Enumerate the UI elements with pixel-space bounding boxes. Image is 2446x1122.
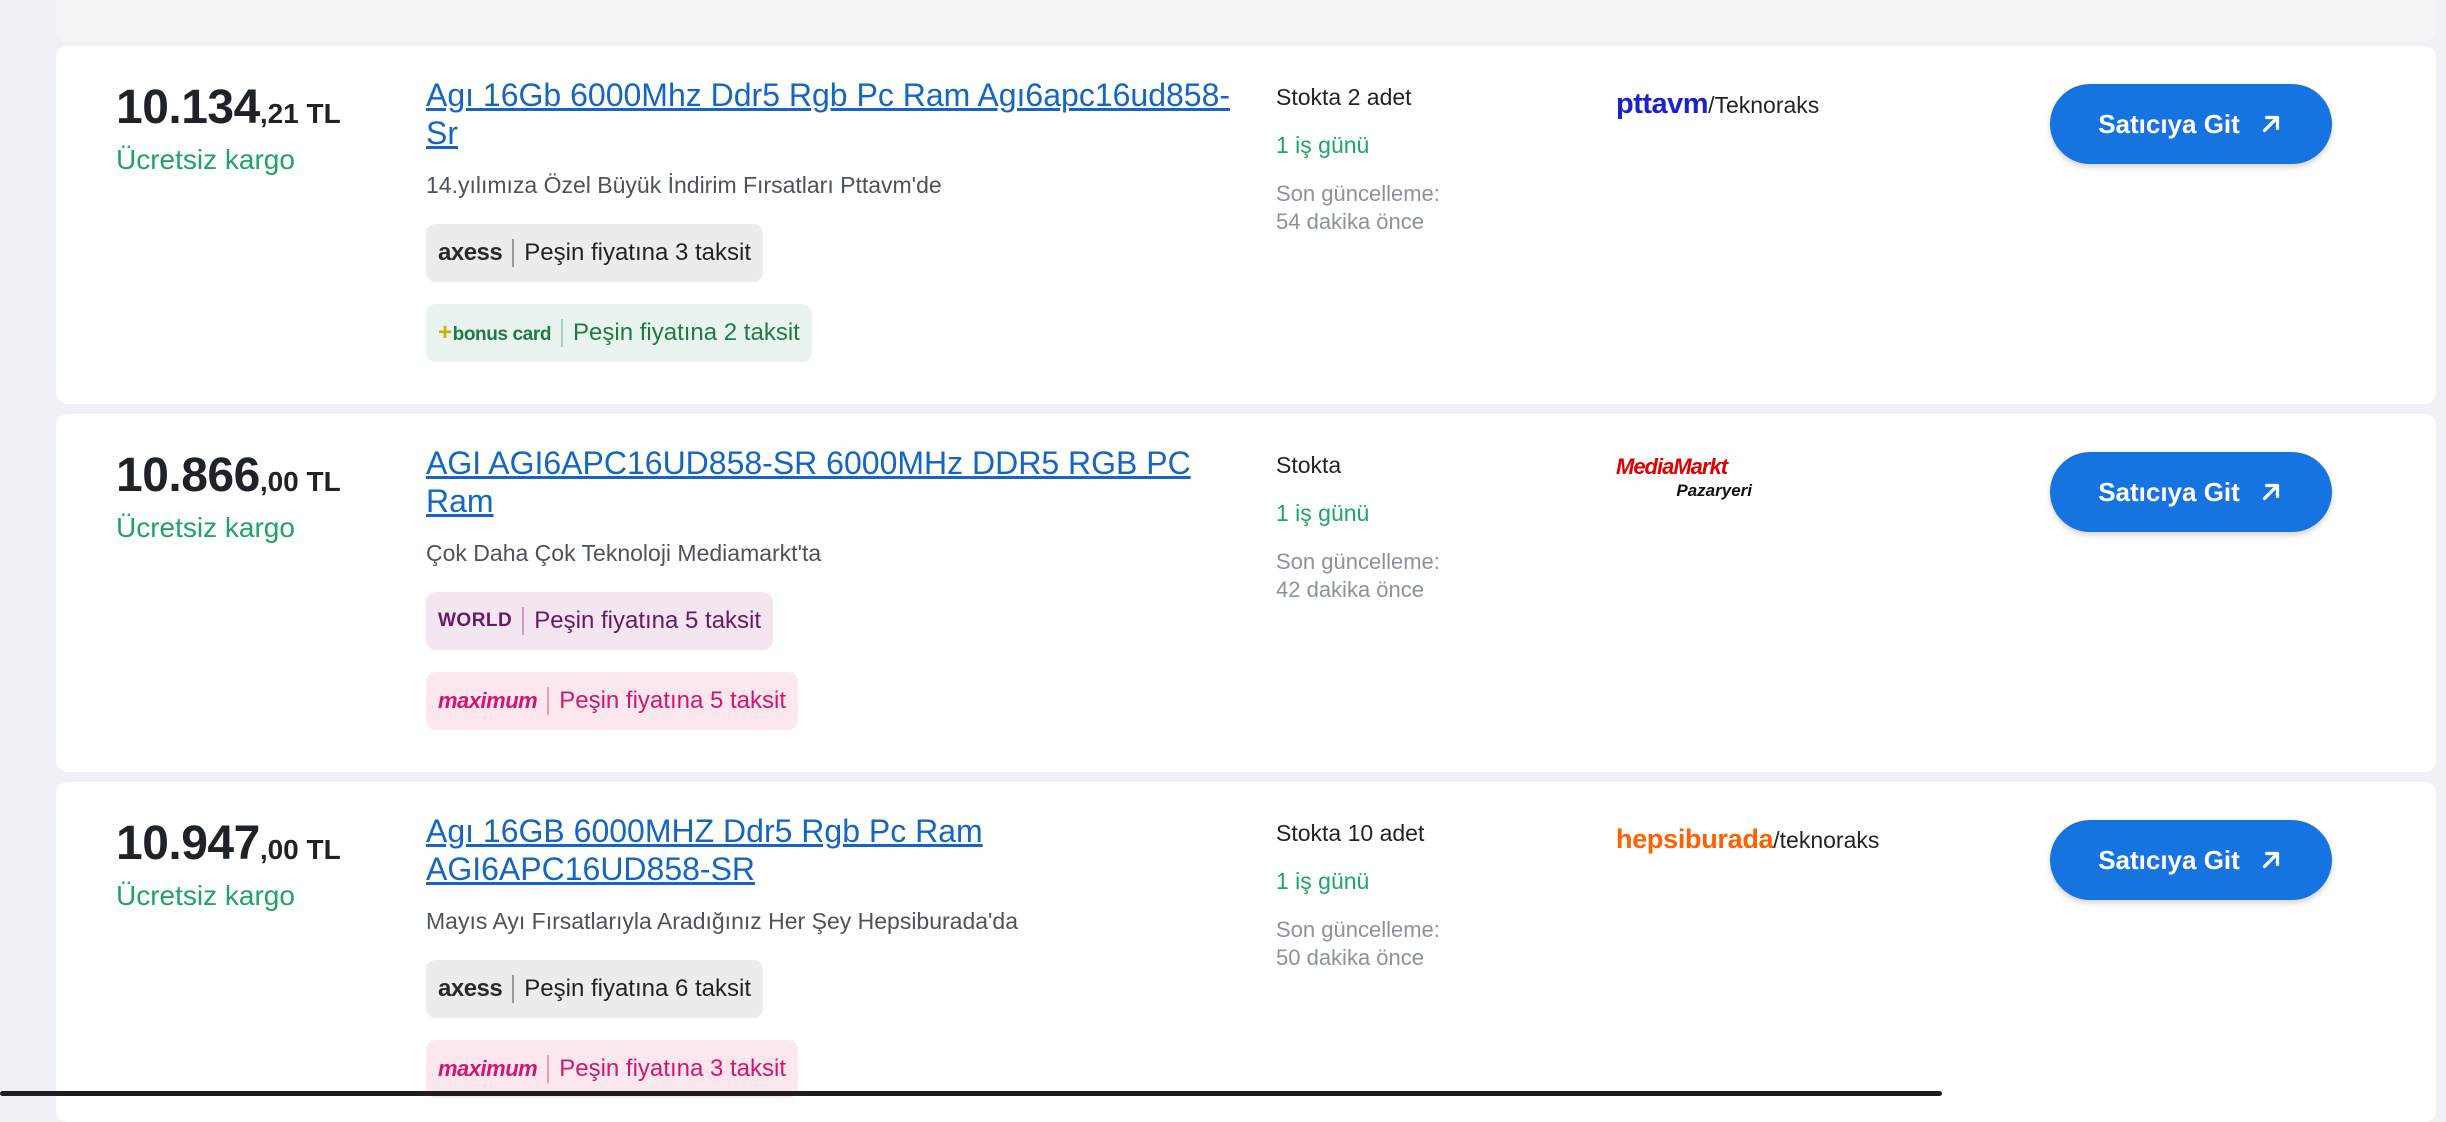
bonus-plus-icon: + [438, 319, 452, 346]
offer-campaign-text: Mayıs Ayı Fırsatlarıyla Aradığınız Her Ş… [426, 908, 1019, 934]
go-to-seller-button[interactable]: Satıcıya Git [2050, 84, 2332, 164]
offer-card: 10.866,00 TL Ücretsiz kargo AGI AGI6APC1… [56, 414, 2436, 772]
installment-text: Peşin fiyatına 5 taksit [559, 687, 786, 714]
stock-status: Stokta 10 adet [1276, 820, 1425, 846]
offer-title-link[interactable]: Agı 16Gb 6000Mhz Ddr5 Rgb Pc Ram Agı6apc… [426, 76, 1246, 152]
maximum-logo: maximum [438, 1056, 538, 1081]
installment-badge-world: WORLD Peşin fiyatına 5 taksit [426, 592, 774, 650]
previous-offer-card [56, 0, 2436, 42]
offer-title-link[interactable]: AGI AGI6APC16UD858-SR 6000MHz DDR5 RGB P… [426, 444, 1246, 520]
axess-logo: axess [438, 239, 503, 266]
badge-divider [547, 687, 550, 715]
badge-divider [547, 1055, 550, 1083]
installment-text: Peşin fiyatına 3 taksit [559, 1055, 786, 1082]
delivery-time: 1 iş günü [1276, 868, 1370, 894]
delivery-time: 1 iş günü [1276, 132, 1370, 158]
offer-campaign-text: Çok Daha Çok Teknoloji Mediamarkt'ta [426, 540, 822, 566]
installment-badge-axess: axess Peşin fiyatına 6 taksit [426, 960, 764, 1018]
hepsiburada-logo: hepsiburada [1616, 824, 1774, 854]
installment-badge-maximum: maximum Peşin fiyatına 5 taksit [426, 672, 798, 730]
svg-text:MediaMarkt: MediaMarkt [1616, 454, 1730, 479]
badge-divider [522, 607, 525, 635]
go-to-seller-button[interactable]: Satıcıya Git [2050, 820, 2332, 900]
seller-info[interactable]: hepsiburada /teknoraks [1616, 824, 1879, 855]
offer-price: 10.866,00 TL [116, 448, 341, 503]
price-integer: 10.866 [116, 449, 260, 502]
price-decimal: ,21 TL [259, 98, 341, 129]
svg-text:Pazaryeri: Pazaryeri [1676, 481, 1753, 500]
seller-info[interactable]: pttavm /Teknoraks [1616, 88, 1819, 121]
installment-text: Peşin fiyatına 6 taksit [524, 975, 752, 1002]
price-integer: 10.134 [116, 81, 260, 134]
seller-name: /Teknoraks [1708, 92, 1820, 118]
pttavm-logo: pttavm [1616, 88, 1709, 120]
last-updated: Son güncelleme: 54 dakika önce [1276, 181, 1440, 234]
badge-divider [512, 975, 515, 1003]
installment-text: Peşin fiyatına 5 taksit [534, 607, 762, 634]
offer-campaign-text: 14.yılımıza Özel Büyük İndirim Fırsatlar… [426, 172, 942, 198]
offer-price: 10.947,00 TL [116, 816, 341, 871]
installment-text: Peşin fiyatına 2 taksit [573, 319, 800, 346]
delivery-time: 1 iş günü [1276, 500, 1370, 526]
installment-badge-bonus: +bonus card Peşin fiyatına 2 taksit [426, 304, 812, 362]
offer-title-link[interactable]: Agı 16GB 6000MHZ Ddr5 Rgb Pc Ram AGI6APC… [426, 812, 1246, 888]
free-shipping-label: Ücretsiz kargo [116, 512, 295, 543]
arrow-up-right-icon [2262, 115, 2279, 133]
maximum-logo: maximum [438, 688, 538, 713]
offer-price: 10.134,21 TL [116, 80, 341, 135]
installment-badge-maximum: maximum Peşin fiyatına 3 taksit [426, 1040, 798, 1098]
world-logo: WORLD [438, 610, 513, 631]
price-decimal: ,00 TL [259, 466, 341, 497]
free-shipping-label: Ücretsiz kargo [116, 880, 295, 911]
free-shipping-label: Ücretsiz kargo [116, 144, 295, 175]
axess-logo: axess [438, 975, 503, 1002]
stock-status: Stokta [1276, 452, 1342, 478]
badge-divider [512, 239, 515, 267]
offer-card: 10.947,00 TL Ücretsiz kargo Agı 16GB 600… [56, 782, 2436, 1122]
last-updated: Son güncelleme: 42 dakika önce [1276, 549, 1440, 602]
last-updated: Son güncelleme: 50 dakika önce [1276, 917, 1440, 970]
arrow-up-right-icon [2262, 483, 2279, 501]
go-to-seller-button[interactable]: Satıcıya Git [2050, 452, 2332, 532]
stock-status: Stokta 2 adet [1276, 84, 1412, 110]
bonus-card-logo: +bonus card [438, 319, 552, 346]
arrow-up-right-icon [2262, 851, 2279, 869]
mediamarkt-logo[interactable]: MediaMarkt Pazaryeri [1616, 452, 1756, 502]
offer-card: 10.134,21 TL Ücretsiz kargo Agı 16Gb 600… [56, 46, 2436, 404]
price-integer: 10.947 [116, 817, 260, 870]
seller-name: /teknoraks [1773, 827, 1880, 853]
badge-divider [561, 319, 564, 347]
horizontal-scrollbar[interactable] [0, 1091, 1942, 1096]
installment-text: Peşin fiyatına 3 taksit [524, 239, 752, 266]
installment-badge-axess: axess Peşin fiyatına 3 taksit [426, 224, 764, 282]
price-decimal: ,00 TL [259, 834, 341, 865]
